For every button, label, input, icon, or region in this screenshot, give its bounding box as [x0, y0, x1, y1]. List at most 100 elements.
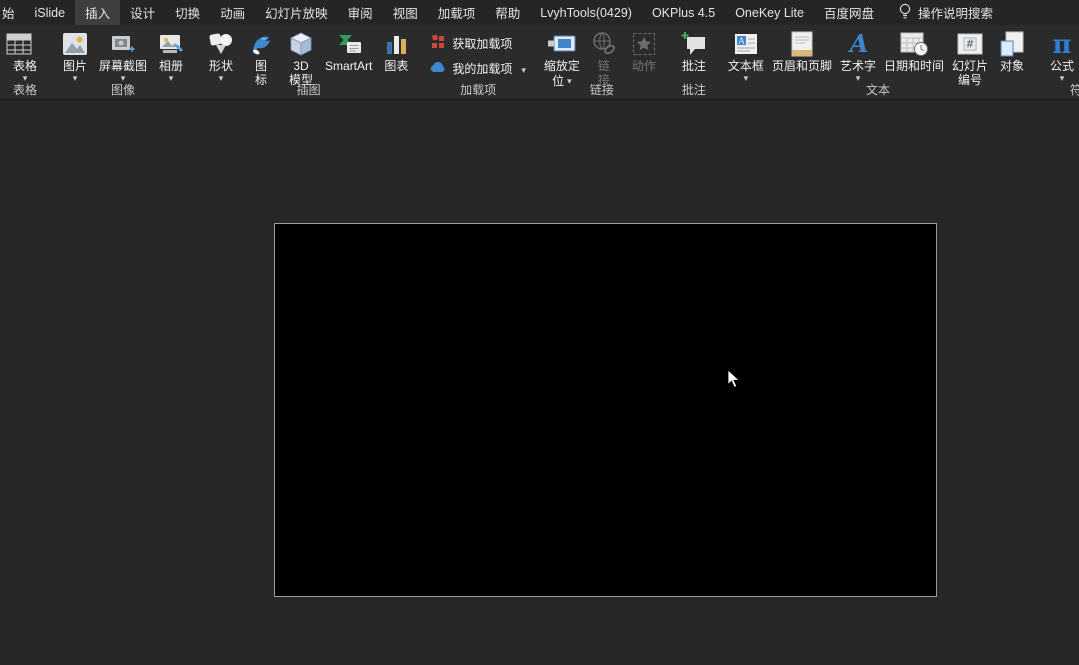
wordart-button[interactable]: A 艺术字	[836, 25, 880, 82]
pictures-button[interactable]: 图片	[55, 25, 95, 82]
store-icon	[430, 34, 446, 53]
group-label-text: 文本	[719, 81, 1037, 98]
button-label: 幻灯片	[952, 59, 988, 73]
dropdown-caret-icon	[518, 62, 526, 76]
button-label: 缩放定	[544, 59, 580, 73]
button-label: 艺术字	[840, 59, 876, 73]
tab-label: LvyhTools(0429)	[540, 6, 632, 20]
group-label-illustrations: 插图	[196, 81, 421, 98]
tab-label: 审阅	[348, 3, 373, 22]
search-label: 操作说明搜索	[918, 3, 993, 22]
group-label-links: 链接	[535, 81, 669, 98]
tab-insert[interactable]: 插入	[75, 0, 120, 25]
tab-home-partial[interactable]: 始	[0, 0, 25, 25]
button-label: 屏幕截图	[99, 59, 147, 73]
tab-onekey-lite[interactable]: OneKey Lite	[725, 0, 814, 25]
tab-review[interactable]: 审阅	[338, 0, 383, 25]
button-label: 链	[598, 59, 610, 73]
table-icon	[6, 29, 32, 59]
screenshot-button[interactable]: 屏幕截图	[95, 25, 151, 82]
icons-button[interactable]: 图 标	[241, 25, 281, 87]
action-button: 动作	[624, 25, 664, 73]
tab-label: OKPlus 4.5	[652, 6, 715, 20]
date-time-button[interactable]: 日期和时间	[880, 25, 948, 73]
button-label: 对象	[1000, 59, 1024, 73]
tab-transitions[interactable]: 切换	[165, 0, 210, 25]
tab-label: iSlide	[35, 6, 66, 20]
group-label-comments: 批注	[669, 81, 719, 98]
photo-album-icon	[158, 29, 184, 59]
group-label-symbols: 符号	[1037, 81, 1079, 98]
button-label: 3D	[293, 59, 308, 73]
chart-icon	[384, 29, 408, 59]
object-button[interactable]: 对象	[992, 25, 1032, 73]
svg-text:#: #	[965, 38, 974, 51]
slide-number-button[interactable]: # 幻灯片 编号	[948, 25, 992, 87]
header-footer-button[interactable]: 页眉和页脚	[768, 25, 836, 73]
tab-label: 始	[2, 3, 15, 22]
group-illustrations: 形状 图 标 3D 模型 SmartArt	[196, 25, 421, 99]
svg-text:π: π	[1052, 30, 1071, 58]
tell-me-search[interactable]: 操作说明搜索	[890, 0, 1001, 25]
group-addins: 获取加载项 我的加载项 加载项	[421, 25, 535, 99]
tab-slideshow[interactable]: 幻灯片放映	[255, 0, 338, 25]
button-label: 公式	[1050, 59, 1074, 73]
smartart-button[interactable]: SmartArt	[321, 25, 376, 73]
button-label: SmartArt	[325, 59, 372, 73]
button-label: 图片	[63, 59, 87, 73]
my-addins-button[interactable]: 我的加载项	[430, 59, 526, 78]
tab-okplus[interactable]: OKPlus 4.5	[642, 0, 725, 25]
3d-model-icon	[288, 29, 314, 59]
text-box-icon: A	[733, 29, 759, 59]
picture-icon	[62, 29, 88, 59]
tab-baidu-netdisk[interactable]: 百度网盘	[814, 0, 884, 25]
tab-help[interactable]: 帮助	[485, 0, 530, 25]
equation-button[interactable]: π 公式	[1042, 25, 1079, 82]
tab-label: OneKey Lite	[735, 6, 804, 20]
group-symbols: π 公式 Ω 符号 符号	[1037, 25, 1079, 99]
3d-models-button[interactable]: 3D 模型	[281, 25, 321, 87]
tab-animations[interactable]: 动画	[210, 0, 255, 25]
equation-pi-icon: π	[1049, 29, 1075, 59]
header-footer-icon	[791, 29, 813, 59]
text-box-button[interactable]: A 文本框	[724, 25, 768, 82]
zoom-button[interactable]: 缩放定 接位	[540, 25, 584, 88]
tab-label: 切换	[175, 3, 200, 22]
group-comments: 批注 批注	[669, 25, 719, 99]
photo-album-button[interactable]: 相册	[151, 25, 191, 82]
smartart-icon	[335, 29, 363, 59]
tab-view[interactable]: 视图	[383, 0, 428, 25]
svg-text:A: A	[737, 37, 745, 47]
tab-islide[interactable]: iSlide	[25, 0, 76, 25]
group-links: 缩放定 接位 链 接 动作 链接	[535, 25, 669, 99]
tab-label: 设计	[130, 3, 155, 22]
button-label: 获取加载项	[452, 35, 512, 52]
group-tables: 表格 表格	[0, 25, 50, 99]
link-button: 链 接	[584, 25, 624, 87]
ribbon: 表格 表格 图片 屏幕截图	[0, 25, 1079, 100]
tab-addins[interactable]: 加载项	[428, 0, 486, 25]
new-comment-button[interactable]: 批注	[674, 25, 714, 73]
new-comment-icon	[681, 29, 707, 59]
button-label: 文本框	[728, 59, 764, 73]
tab-lvyhtools[interactable]: LvyhTools(0429)	[530, 0, 642, 25]
group-label-addins: 加载项	[421, 81, 535, 98]
action-star-icon	[632, 29, 656, 59]
tab-label: 插入	[85, 3, 110, 22]
my-addins-icon	[430, 59, 446, 78]
tab-label: 帮助	[495, 3, 520, 22]
button-label: 动作	[632, 59, 656, 73]
tab-label: 加载项	[438, 3, 476, 22]
group-label-images: 图像	[50, 81, 196, 98]
tab-design[interactable]: 设计	[120, 0, 165, 25]
shapes-button[interactable]: 形状	[201, 25, 241, 82]
get-addins-button[interactable]: 获取加载项	[430, 34, 512, 53]
table-button[interactable]: 表格	[5, 25, 45, 82]
chart-button[interactable]: 图表	[376, 25, 416, 73]
button-label: 日期和时间	[884, 59, 944, 73]
svg-text:A: A	[848, 31, 869, 57]
menu-bar: 始 iSlide 插入 设计 切换 动画 幻灯片放映 审阅 视图 加载项 帮助 …	[0, 0, 1079, 25]
slide-number-icon: #	[957, 29, 983, 59]
slide-area[interactable]	[274, 223, 937, 597]
button-label: 批注	[682, 59, 706, 73]
